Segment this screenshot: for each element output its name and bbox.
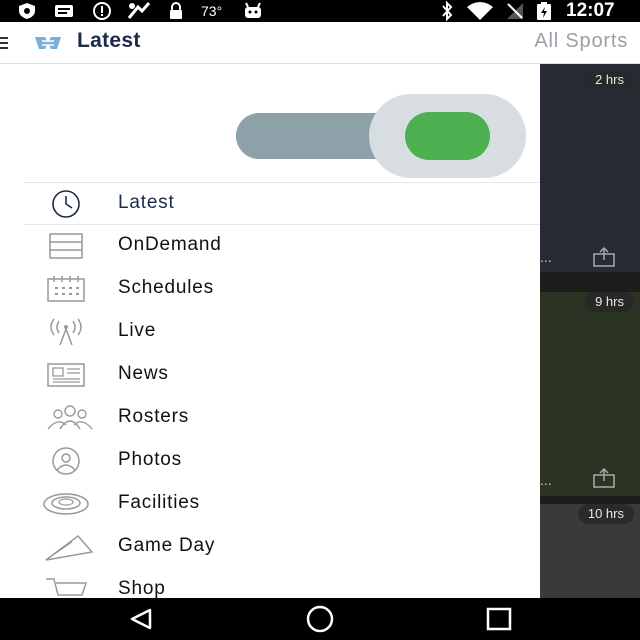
alert-icon — [92, 0, 112, 22]
menu-icon[interactable] — [0, 36, 8, 50]
newspaper-icon — [42, 360, 90, 390]
all-sports-dropdown[interactable]: All Sports — [534, 30, 628, 53]
clock-icon — [42, 189, 90, 219]
menu-item-label: Facilities — [118, 492, 200, 513]
menu-item-label: Game Day — [118, 535, 216, 556]
menu-item-game-day[interactable]: Game Day — [24, 526, 540, 569]
menu-item-label: Rosters — [118, 406, 190, 427]
system-nav-bar — [0, 598, 640, 640]
menu-item-label: OnDemand — [118, 234, 222, 255]
menu-item-label: Shop — [118, 578, 166, 598]
menu-item-news[interactable]: News — [24, 354, 540, 397]
menu-item-label: Latest — [118, 192, 175, 213]
menu-item-photos[interactable]: Photos — [24, 440, 540, 483]
menu-item-shop[interactable]: Shop — [24, 569, 540, 598]
clock-time: 12:07 — [566, 0, 615, 21]
status-bar: 73° 12:07 — [0, 0, 640, 22]
menu-item-label: News — [118, 363, 169, 384]
bluetooth-icon — [440, 0, 454, 22]
stack-icon — [42, 231, 90, 261]
team-logo-icon — [33, 34, 63, 52]
share-icon[interactable] — [592, 246, 616, 273]
time-badge: 9 hrs — [585, 292, 634, 312]
toggle-switch[interactable] — [405, 112, 490, 160]
menu-item-facilities[interactable]: Facilities — [24, 483, 540, 526]
wifi-icon — [466, 0, 494, 22]
menu-item-rosters[interactable]: Rosters — [24, 397, 540, 440]
android-icon — [243, 0, 263, 22]
recents-icon[interactable] — [479, 603, 519, 635]
calendar-icon — [42, 274, 90, 304]
menu-item-label: Live — [118, 320, 157, 341]
menu-item-label: Schedules — [118, 277, 214, 298]
menu-item-label: Photos — [118, 449, 182, 470]
back-icon[interactable] — [122, 603, 162, 635]
menu-item-live[interactable]: Live — [24, 311, 540, 354]
pennant-icon — [42, 532, 94, 562]
navigation-drawer: Latest OnDemand Schedules Live News Rost… — [0, 64, 540, 598]
feed-background: 2 hrs ... 9 hrs ... 10 hrs — [540, 64, 640, 598]
drawer-header — [0, 64, 540, 182]
cart-icon — [42, 575, 90, 598]
battery-charging-icon — [536, 0, 552, 22]
feed-card[interactable]: 10 hrs — [540, 504, 640, 598]
broadcast-icon — [42, 317, 90, 347]
feed-card[interactable]: 2 hrs ... — [540, 64, 640, 272]
menu-item-schedules[interactable]: Schedules — [24, 268, 540, 311]
lock-icon — [168, 0, 184, 22]
no-signal-icon — [505, 0, 525, 22]
temperature-text: 73° — [201, 3, 223, 19]
time-badge: 2 hrs — [585, 70, 634, 90]
fantasy-icon — [126, 0, 152, 22]
page-title: Latest — [77, 29, 141, 52]
menu-item-ondemand[interactable]: OnDemand — [24, 225, 540, 268]
message-icon — [54, 0, 74, 22]
app-toolbar: Latest All Sports — [0, 22, 640, 64]
time-badge: 10 hrs — [577, 504, 634, 524]
home-icon[interactable] — [300, 603, 340, 635]
share-icon[interactable] — [592, 467, 616, 494]
person-circle-icon — [42, 446, 90, 476]
shield-icon — [17, 0, 37, 22]
menu-item-latest[interactable]: Latest — [24, 182, 540, 225]
feed-card[interactable]: 9 hrs ... — [540, 292, 640, 496]
people-icon — [42, 403, 93, 433]
stadium-icon — [42, 489, 90, 519]
